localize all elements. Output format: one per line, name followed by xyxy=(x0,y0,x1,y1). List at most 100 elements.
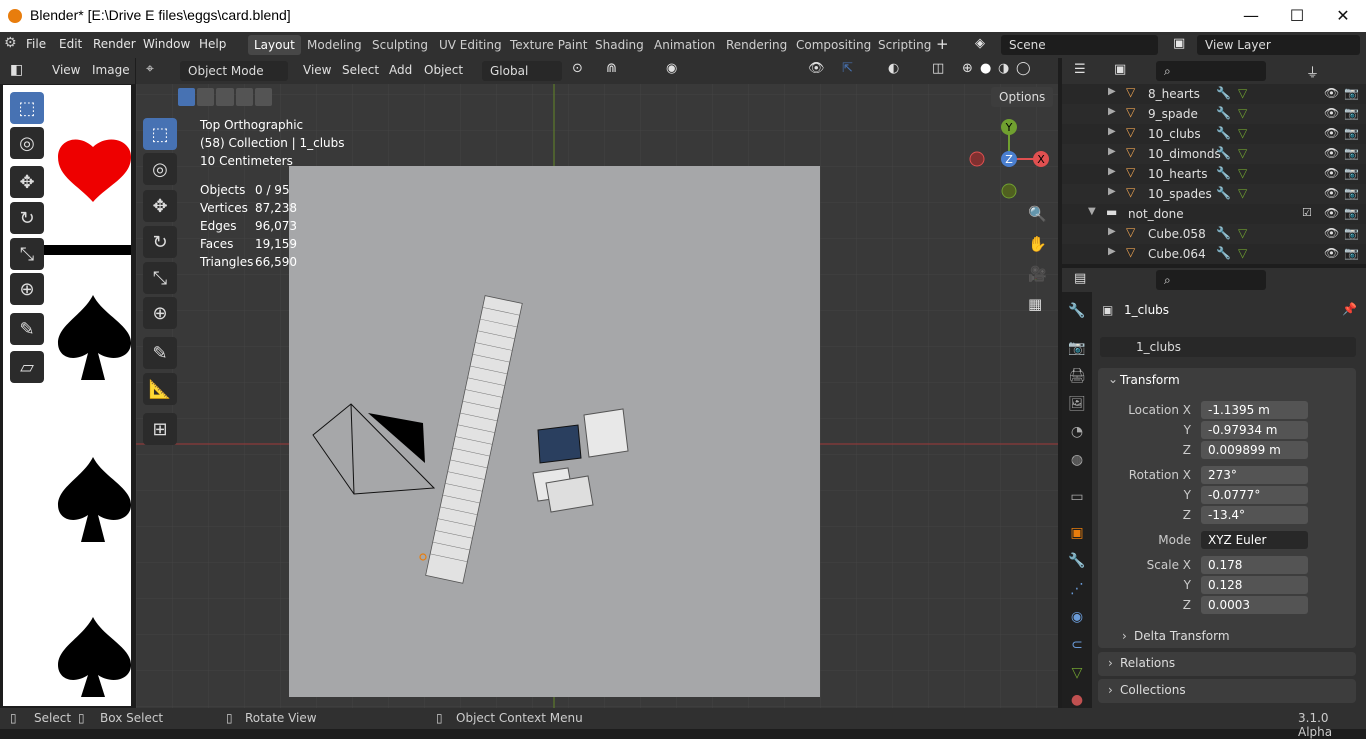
zoom-icon[interactable]: 🔍 xyxy=(1028,205,1047,223)
outliner-row[interactable]: ▶ ▽ 10_hearts 🔧 ▽ 👁 📷 xyxy=(1062,164,1366,184)
tab-texture-paint[interactable]: Texture Paint xyxy=(504,35,593,55)
maximize-button[interactable]: ☐ xyxy=(1274,0,1320,32)
particles-tab-icon[interactable]: ⋰ xyxy=(1066,581,1088,603)
collection-tab-icon[interactable]: ▭ xyxy=(1066,489,1088,511)
outliner-row[interactable]: ▶ ▽ 8_hearts 🔧 ▽ 👁 📷 xyxy=(1062,84,1366,104)
rotation-z-field[interactable]: -13.4° xyxy=(1201,506,1308,524)
eye-icon[interactable]: 👁 xyxy=(1324,86,1339,100)
menu-render[interactable]: Render xyxy=(93,37,136,51)
view-layer-tab-icon[interactable]: 🖼 xyxy=(1066,396,1088,418)
properties-search-input[interactable]: ⌕ xyxy=(1156,270,1266,290)
transform-tool-icon[interactable]: ⊕ xyxy=(10,273,44,305)
tab-scripting[interactable]: Scripting xyxy=(872,35,937,55)
menu-edit[interactable]: Edit xyxy=(59,37,82,51)
eye-icon[interactable]: 👁 xyxy=(1324,206,1339,220)
render-camera-icon[interactable]: 📷 xyxy=(1344,126,1359,140)
viewport-menu-add[interactable]: Add xyxy=(389,63,412,77)
tool-tab-icon[interactable]: 🔧 xyxy=(1066,303,1088,325)
properties-type-icon[interactable]: ▤ xyxy=(1074,271,1086,286)
delta-chevron-icon[interactable]: › xyxy=(1122,629,1127,643)
render-camera-icon[interactable]: 📷 xyxy=(1344,246,1359,260)
output-tab-icon[interactable]: 🖨 xyxy=(1066,368,1088,390)
select-subtract-icon[interactable] xyxy=(216,88,234,106)
outliner-type-icon[interactable]: ☰ xyxy=(1074,62,1086,77)
outliner-row[interactable]: ▶ ▽ 10_clubs 🔧 ▽ 👁 📷 xyxy=(1062,124,1366,144)
add-workspace-icon[interactable]: + xyxy=(936,35,949,53)
vp-add-cube-tool-icon[interactable]: ⊞ xyxy=(143,413,177,445)
render-camera-icon[interactable]: 📷 xyxy=(1344,106,1359,120)
move-tool-icon[interactable]: ✥ xyxy=(10,166,44,198)
annotate-tool-icon[interactable]: ✎ xyxy=(10,313,44,345)
perspective-grid-icon[interactable]: ▦ xyxy=(1028,295,1042,313)
display-mode-icon[interactable]: ▣ xyxy=(1114,62,1126,77)
rendered-shading-icon[interactable]: ◯ xyxy=(1016,61,1031,76)
render-camera-icon[interactable]: 📷 xyxy=(1344,226,1359,240)
select-new-icon[interactable] xyxy=(178,88,196,106)
vp-rotate-tool-icon[interactable]: ↻ xyxy=(143,226,177,258)
relations-header[interactable]: Relations xyxy=(1120,656,1175,670)
vp-move-tool-icon[interactable]: ✥ xyxy=(143,190,177,222)
scale-y-field[interactable]: 0.128 xyxy=(1201,576,1308,594)
transform-header[interactable]: Transform xyxy=(1120,373,1180,387)
solid-shading-icon[interactable]: ● xyxy=(980,61,991,76)
image-menu-view[interactable]: View xyxy=(52,63,80,77)
menu-window[interactable]: Window xyxy=(143,37,190,51)
outliner-search-input[interactable]: ⌕ xyxy=(1156,61,1266,81)
navigation-gizmo[interactable]: X Y Z xyxy=(965,117,1055,203)
camera-icon[interactable]: 🎥 xyxy=(1028,265,1047,283)
eye-icon[interactable]: 👁 xyxy=(1324,126,1339,140)
overlay-icon[interactable]: ◐ xyxy=(888,61,899,76)
world-tab-icon[interactable]: ◍ xyxy=(1066,452,1088,474)
expand-arrow-icon[interactable]: ▶ xyxy=(1108,226,1116,237)
vp-measure-tool-icon[interactable]: 📐 xyxy=(143,373,177,405)
eye-icon[interactable]: 👁 xyxy=(1324,166,1339,180)
scene-tab-icon[interactable]: ◔ xyxy=(1066,424,1088,446)
gizmo-toggle-icon[interactable]: ⇱ xyxy=(842,61,853,76)
tab-animation[interactable]: Animation xyxy=(648,35,721,55)
eye-icon[interactable]: 👁 xyxy=(1324,246,1339,260)
eye-icon[interactable]: 👁 xyxy=(1324,186,1339,200)
render-camera-icon[interactable]: 📷 xyxy=(1344,86,1359,100)
vp-scale-tool-icon[interactable]: ⤡ xyxy=(143,262,177,294)
outliner-row[interactable]: ▶ ▽ 10_dimonds 🔧 ▽ 👁 📷 xyxy=(1062,144,1366,164)
wireframe-shading-icon[interactable]: ⊕ xyxy=(962,61,973,76)
cursor-tool-icon[interactable]: ◎ xyxy=(10,127,44,159)
vp-select-tool-icon[interactable]: ⬚ xyxy=(143,118,177,150)
viewport-menu-select[interactable]: Select xyxy=(342,63,379,77)
object-tab-icon[interactable]: ▣ xyxy=(1066,525,1088,547)
select-difference-icon[interactable] xyxy=(235,88,253,106)
editor-type-icon[interactable]: ◧ xyxy=(10,62,23,78)
orientation-dropdown[interactable]: Global xyxy=(482,61,562,81)
view-layer-icon[interactable]: ▣ xyxy=(1173,36,1185,51)
scale-tool-icon[interactable]: ⤡ xyxy=(10,238,44,270)
select-intersect-icon[interactable] xyxy=(254,88,273,106)
outliner-row[interactable]: ▶ ▽ 10_spades 🔧 ▽ 👁 📷 xyxy=(1062,184,1366,204)
expand-arrow-icon[interactable]: ▶ xyxy=(1108,186,1116,197)
scale-z-field[interactable]: 0.0003 xyxy=(1201,596,1308,614)
scale-x-field[interactable]: 0.178 xyxy=(1201,556,1308,574)
outliner-row[interactable]: ▶ ▽ 9_spade 🔧 ▽ 👁 📷 xyxy=(1062,104,1366,124)
render-camera-icon[interactable]: 📷 xyxy=(1344,186,1359,200)
expand-arrow-icon[interactable]: ▶ xyxy=(1108,246,1116,257)
visibility-icon[interactable]: 👁 xyxy=(808,61,825,76)
tab-modeling[interactable]: Modeling xyxy=(301,35,368,55)
render-camera-icon[interactable]: 📷 xyxy=(1344,146,1359,160)
physics-tab-icon[interactable]: ◉ xyxy=(1066,609,1088,631)
expand-arrow-icon[interactable]: ▶ xyxy=(1108,126,1116,137)
image-menu-image[interactable]: Image xyxy=(92,63,130,77)
location-y-field[interactable]: -0.97934 m xyxy=(1201,421,1308,439)
xray-icon[interactable]: ◫ xyxy=(932,61,944,76)
tab-compositing[interactable]: Compositing xyxy=(790,35,877,55)
tab-sculpting[interactable]: Sculpting xyxy=(366,35,434,55)
filter-icon[interactable]: ⏚ xyxy=(1306,62,1319,81)
constraints-tab-icon[interactable]: ⊂ xyxy=(1066,637,1088,659)
transform-chevron-icon[interactable]: ⌄ xyxy=(1108,372,1118,386)
eye-icon[interactable]: 👁 xyxy=(1324,226,1339,240)
render-camera-icon[interactable]: 📷 xyxy=(1344,166,1359,180)
expand-arrow-icon[interactable]: ▼ xyxy=(1088,206,1096,217)
collections-header[interactable]: Collections xyxy=(1120,683,1186,697)
location-x-field[interactable]: -1.1395 m xyxy=(1201,401,1308,419)
viewport-menu-object[interactable]: Object xyxy=(424,63,463,77)
snap-icon[interactable]: ⋒ xyxy=(606,61,617,76)
outliner-row[interactable]: ▼ ▬ not_done ☑ 👁 📷 xyxy=(1062,204,1366,224)
